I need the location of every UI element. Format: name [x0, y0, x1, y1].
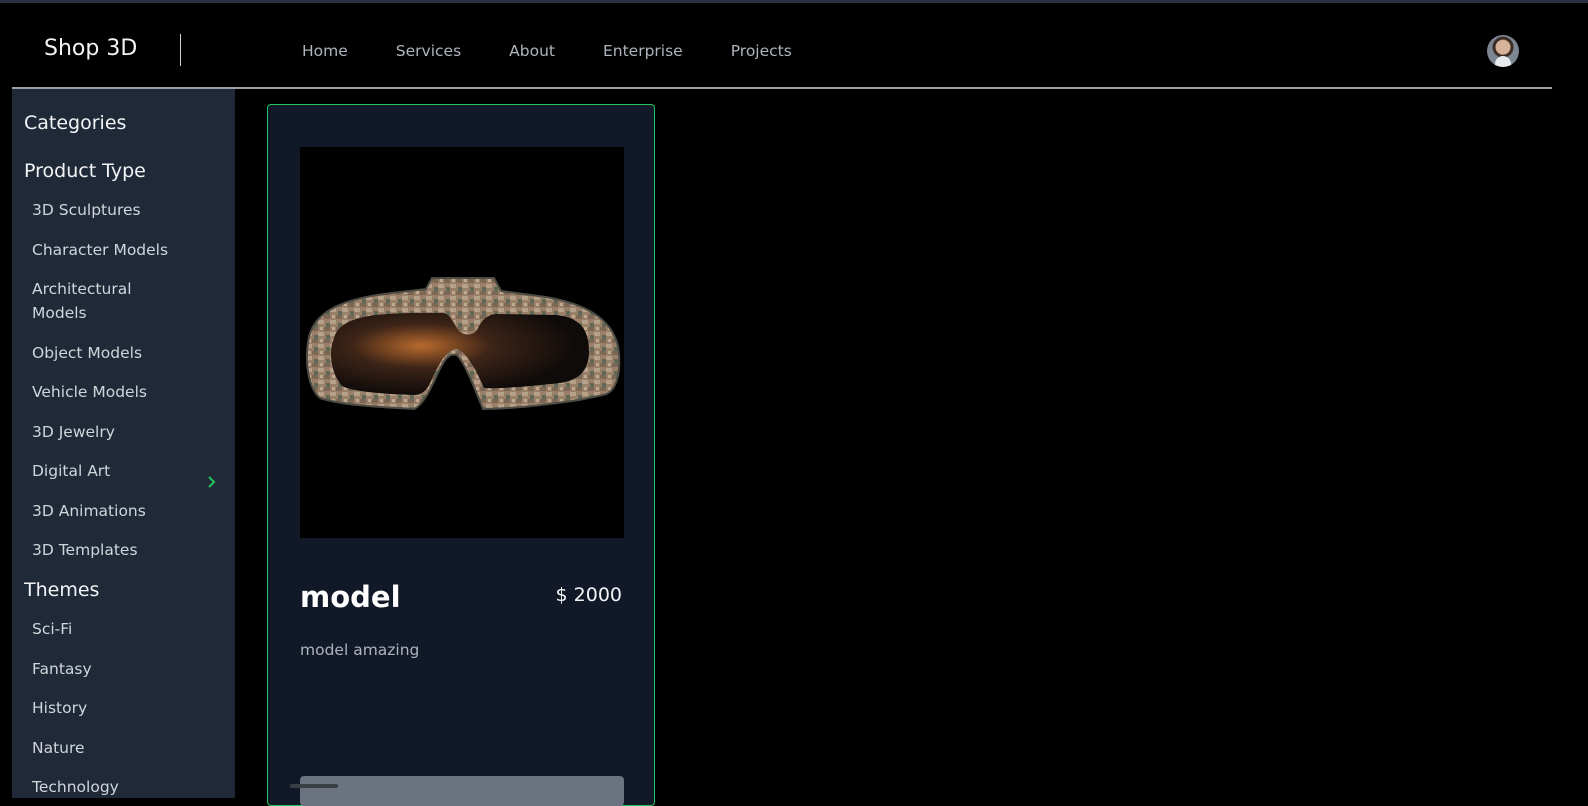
user-avatar[interactable]	[1487, 35, 1519, 67]
brand-divider	[180, 34, 181, 66]
product-card[interactable]: model $ 2000 model amazing	[267, 104, 655, 806]
sidebar-item-character-models[interactable]: Character Models	[32, 238, 168, 262]
sidebar-item-digital-art[interactable]: Digital Art	[32, 459, 110, 483]
horizontal-scroll-indicator[interactable]	[290, 784, 338, 788]
sidebar-item-3d-animations[interactable]: 3D Animations	[32, 499, 146, 523]
categories-heading: Categories	[24, 112, 127, 134]
sidebar-item-history[interactable]: History	[32, 696, 87, 720]
nav-projects[interactable]: Projects	[731, 42, 792, 60]
sidebar-item-fantasy[interactable]: Fantasy	[32, 657, 92, 681]
sidebar-item-3d-jewelry[interactable]: 3D Jewelry	[32, 420, 115, 444]
sidebar-item-vehicle-models[interactable]: Vehicle Models	[32, 380, 147, 404]
product-image[interactable]	[300, 147, 624, 538]
sidebar-item-nature[interactable]: Nature	[32, 736, 85, 760]
product-type-heading: Product Type	[24, 160, 146, 182]
nav-about[interactable]: About	[509, 42, 555, 60]
sidebar-item-3d-sculptures[interactable]: 3D Sculptures	[32, 198, 141, 222]
nav-home[interactable]: Home	[302, 42, 348, 60]
main-content: model $ 2000 model amazing	[235, 89, 1552, 806]
product-description: model amazing	[300, 641, 420, 659]
sidebar-item-technology[interactable]: Technology	[32, 775, 119, 798]
goggles-image-icon	[305, 277, 621, 411]
top-header: Shop 3D Home Services About Enterprise P…	[12, 3, 1552, 89]
category-sidebar: Categories Product Type 3D Sculptures Ch…	[12, 89, 235, 798]
sidebar-item-architectural-models[interactable]: Architectural Models	[32, 277, 162, 325]
brand-logo[interactable]: Shop 3D	[44, 36, 137, 61]
right-scroll-gutter[interactable]	[1552, 3, 1588, 798]
chevron-right-icon[interactable]	[207, 475, 217, 489]
sidebar-item-3d-templates[interactable]: 3D Templates	[32, 538, 138, 562]
themes-heading: Themes	[24, 579, 100, 601]
product-action-button[interactable]	[300, 776, 624, 806]
nav-services[interactable]: Services	[396, 42, 461, 60]
sidebar-item-sci-fi[interactable]: Sci-Fi	[32, 617, 72, 641]
main-navigation: Home Services About Enterprise Projects	[302, 42, 840, 60]
product-name: model	[300, 580, 401, 614]
nav-enterprise[interactable]: Enterprise	[603, 42, 683, 60]
sidebar-item-object-models[interactable]: Object Models	[32, 341, 142, 365]
product-price: $ 2000	[555, 584, 622, 606]
